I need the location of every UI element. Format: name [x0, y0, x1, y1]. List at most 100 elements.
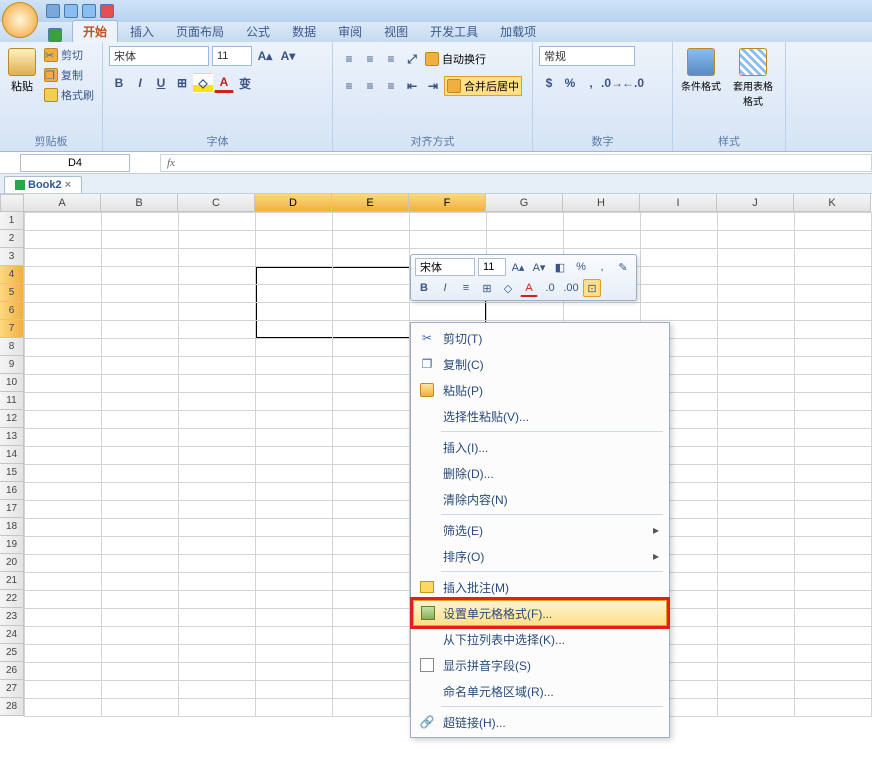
- menu-copy[interactable]: 复制(C): [413, 351, 667, 377]
- mini-size-combo[interactable]: 11: [478, 258, 506, 276]
- row-header[interactable]: 2: [0, 230, 24, 248]
- column-header[interactable]: B: [101, 194, 178, 212]
- comma-button[interactable]: ,: [581, 73, 601, 93]
- decrease-font-button[interactable]: A▾: [278, 46, 298, 66]
- number-format-combo[interactable]: 常规: [539, 46, 635, 66]
- mini-style-icon[interactable]: ◧: [551, 258, 569, 276]
- menu-paste-special[interactable]: 选择性粘贴(V)...: [413, 403, 667, 429]
- menu-name-range[interactable]: 命名单元格区域(R)...: [413, 678, 667, 704]
- row-header[interactable]: 5: [0, 284, 24, 302]
- menu-pick-from-list[interactable]: 从下拉列表中选择(K)...: [413, 626, 667, 652]
- menu-insert-comment[interactable]: 插入批注(M): [413, 574, 667, 600]
- conditional-format-button[interactable]: 条件格式: [679, 46, 723, 95]
- menu-sort[interactable]: 排序(O)▸: [413, 543, 667, 569]
- close-tab-icon[interactable]: ×: [65, 179, 71, 191]
- percent-button[interactable]: %: [560, 73, 580, 93]
- tab-addins[interactable]: 加载项: [490, 21, 546, 42]
- menu-insert[interactable]: 插入(I)...: [413, 434, 667, 460]
- formula-bar[interactable]: fx: [160, 154, 872, 172]
- row-header[interactable]: 1: [0, 212, 24, 230]
- row-header[interactable]: 15: [0, 464, 24, 482]
- row-header[interactable]: 26: [0, 662, 24, 680]
- merge-center-button[interactable]: 合并后居中: [444, 76, 522, 96]
- underline-button[interactable]: U: [151, 73, 171, 93]
- font-size-combo[interactable]: 11: [212, 46, 252, 66]
- menu-cut[interactable]: 剪切(T): [413, 325, 667, 351]
- mini-fill-color[interactable]: ◇: [499, 279, 517, 297]
- format-table-button[interactable]: 套用表格格式: [727, 46, 779, 110]
- tab-view[interactable]: 视图: [374, 21, 418, 42]
- row-header[interactable]: 20: [0, 554, 24, 572]
- increase-font-button[interactable]: A▴: [255, 46, 275, 66]
- row-header[interactable]: 24: [0, 626, 24, 644]
- menu-phonetic[interactable]: 显示拼音字段(S): [413, 652, 667, 678]
- cut-button[interactable]: 剪切: [42, 46, 96, 64]
- paste-button[interactable]: 粘贴: [6, 46, 38, 96]
- currency-button[interactable]: $: [539, 73, 559, 93]
- column-header[interactable]: E: [332, 194, 409, 212]
- row-header[interactable]: 22: [0, 590, 24, 608]
- mini-border[interactable]: ⊞: [478, 279, 496, 297]
- name-box[interactable]: D4: [20, 154, 130, 172]
- mini-merge[interactable]: ⊡: [583, 279, 601, 297]
- row-header[interactable]: 25: [0, 644, 24, 662]
- column-header[interactable]: D: [255, 194, 332, 212]
- border-button[interactable]: ⊞: [172, 73, 192, 93]
- copy-button[interactable]: 复制: [42, 66, 96, 84]
- row-header[interactable]: 18: [0, 518, 24, 536]
- tab-insert[interactable]: 插入: [120, 21, 164, 42]
- row-header[interactable]: 8: [0, 338, 24, 356]
- tab-formulas[interactable]: 公式: [236, 21, 280, 42]
- undo-icon[interactable]: [64, 4, 78, 18]
- row-header[interactable]: 16: [0, 482, 24, 500]
- row-header[interactable]: 21: [0, 572, 24, 590]
- row-header[interactable]: 17: [0, 500, 24, 518]
- align-bottom-button[interactable]: ≡: [381, 49, 401, 69]
- select-all-corner[interactable]: [0, 194, 24, 212]
- row-header[interactable]: 27: [0, 680, 24, 698]
- row-header[interactable]: 12: [0, 410, 24, 428]
- row-header[interactable]: 9: [0, 356, 24, 374]
- row-header[interactable]: 28: [0, 698, 24, 716]
- menu-format-cells[interactable]: 设置单元格格式(F)...: [413, 600, 667, 626]
- column-header[interactable]: G: [486, 194, 563, 212]
- align-left-button[interactable]: ≡: [339, 76, 359, 96]
- italic-button[interactable]: I: [130, 73, 150, 93]
- row-header[interactable]: 23: [0, 608, 24, 626]
- orientation-button[interactable]: ⤢: [402, 49, 422, 69]
- row-header[interactable]: 13: [0, 428, 24, 446]
- office-button[interactable]: [2, 2, 38, 38]
- format-painter-button[interactable]: 格式刷: [42, 86, 96, 104]
- mini-increase-font[interactable]: A▴: [509, 258, 527, 276]
- tab-data[interactable]: 数据: [282, 21, 326, 42]
- row-header[interactable]: 19: [0, 536, 24, 554]
- wrap-text-button[interactable]: 自动换行: [423, 49, 488, 69]
- row-header[interactable]: 11: [0, 392, 24, 410]
- column-header[interactable]: J: [717, 194, 794, 212]
- column-header[interactable]: A: [24, 194, 101, 212]
- mini-brush-icon[interactable]: ✎: [614, 258, 632, 276]
- mini-percent[interactable]: %: [572, 258, 590, 276]
- align-top-button[interactable]: ≡: [339, 49, 359, 69]
- mini-decrease-font[interactable]: A▾: [530, 258, 548, 276]
- font-name-combo[interactable]: 宋体: [109, 46, 209, 66]
- font-color-button[interactable]: A: [214, 73, 234, 93]
- menu-paste[interactable]: 粘贴(P): [413, 377, 667, 403]
- menu-delete[interactable]: 删除(D)...: [413, 460, 667, 486]
- mini-comma[interactable]: ,: [593, 258, 611, 276]
- row-header[interactable]: 4: [0, 266, 24, 284]
- align-center-button[interactable]: ≡: [360, 76, 380, 96]
- tab-developer[interactable]: 开发工具: [420, 21, 488, 42]
- column-header[interactable]: I: [640, 194, 717, 212]
- mini-italic[interactable]: I: [436, 279, 454, 297]
- tab-page-layout[interactable]: 页面布局: [166, 21, 234, 42]
- row-header[interactable]: 10: [0, 374, 24, 392]
- align-right-button[interactable]: ≡: [381, 76, 401, 96]
- mini-bold[interactable]: B: [415, 279, 433, 297]
- indent-dec-button[interactable]: ⇤: [402, 76, 422, 96]
- tab-home[interactable]: 开始: [72, 20, 118, 42]
- row-header[interactable]: 7: [0, 320, 24, 338]
- decrease-decimal-button[interactable]: ←.0: [623, 73, 643, 93]
- menu-filter[interactable]: 筛选(E)▸: [413, 517, 667, 543]
- mini-align[interactable]: ≡: [457, 279, 475, 297]
